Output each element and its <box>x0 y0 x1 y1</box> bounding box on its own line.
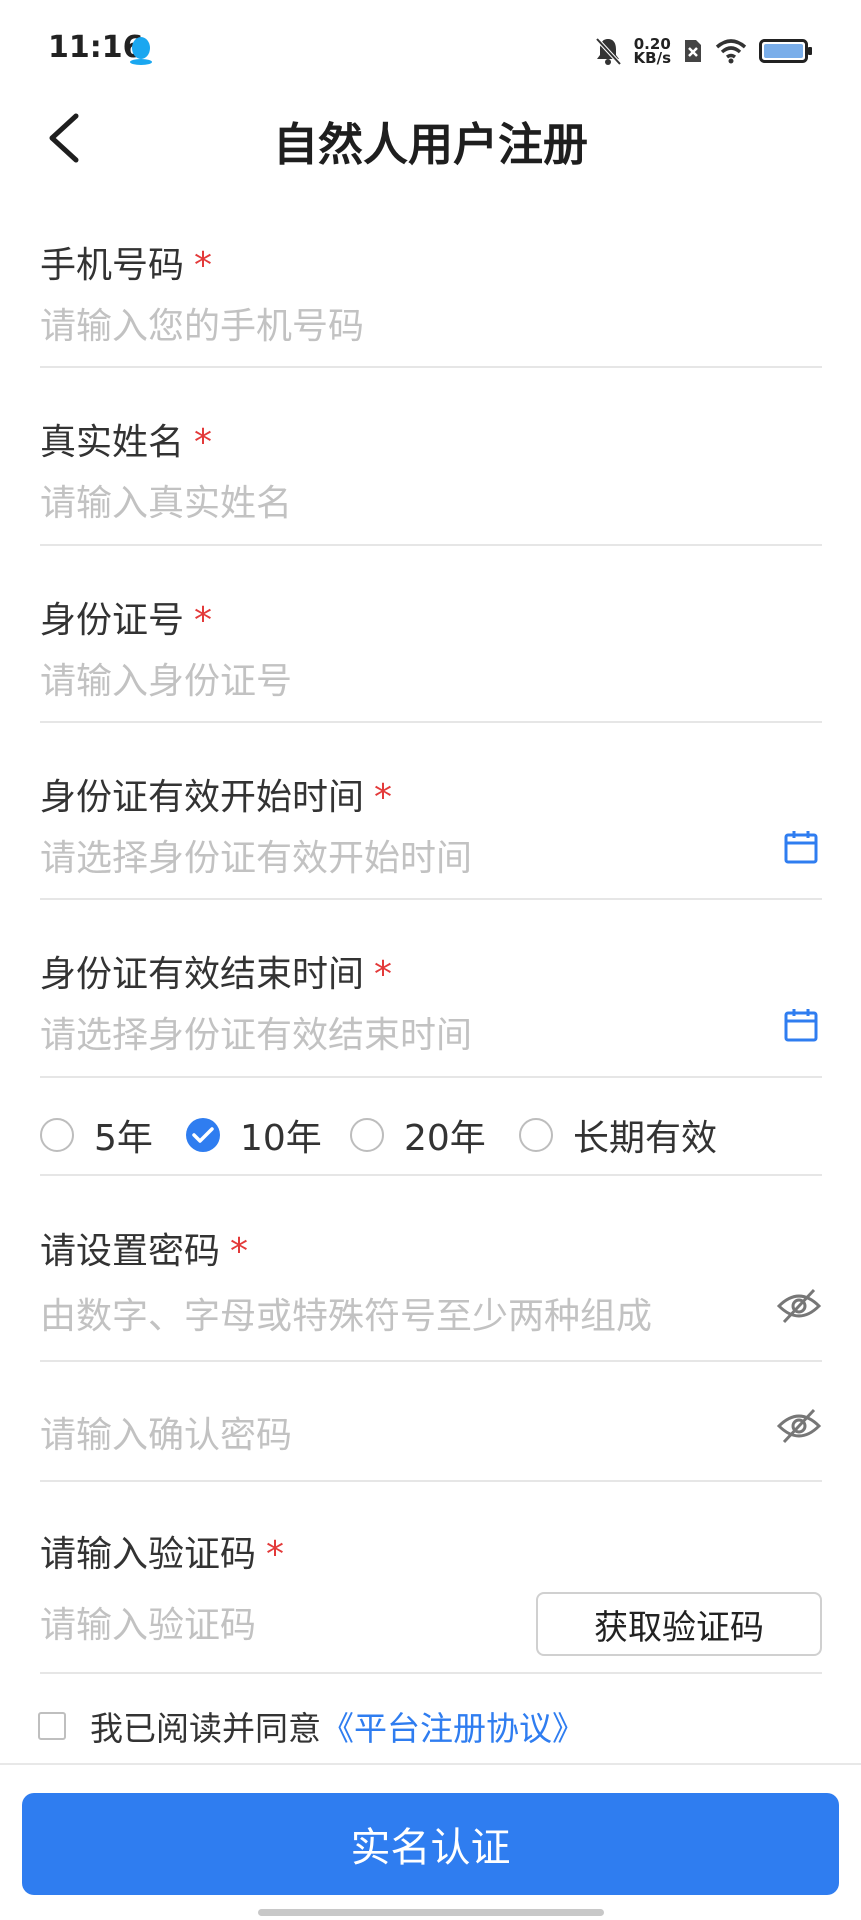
phone-label-text: 手机号码 <box>40 245 185 286</box>
footer-divider <box>0 1763 861 1765</box>
id-number-input[interactable] <box>40 656 740 706</box>
password-label: 请设置密码 * <box>40 1222 248 1274</box>
network-speed-unit: KB/s <box>633 49 671 67</box>
required-mark: * <box>194 600 213 641</box>
radio-label: 20年 <box>404 1118 486 1159</box>
home-indicator[interactable] <box>258 1909 604 1916</box>
id-valid-end-label-text: 身份证有效结束时间 <box>40 954 365 995</box>
radio-checked-icon[interactable] <box>186 1118 220 1152</box>
page-title: 自然人用户注册 <box>272 118 588 171</box>
eye-hidden-icon[interactable] <box>776 1286 822 1326</box>
status-bar: 11:16 0.20 KB/s <box>0 0 861 100</box>
password-label-text: 请设置密码 <box>40 1231 221 1272</box>
required-mark: * <box>266 1534 285 1575</box>
battery-icon <box>759 39 812 63</box>
required-mark: * <box>194 422 213 463</box>
radio-label: 5年 <box>94 1118 153 1159</box>
real-name-input[interactable] <box>40 478 740 528</box>
submit-button[interactable]: 实名认证 <box>22 1793 839 1895</box>
status-icons: 0.20 KB/s <box>594 30 813 72</box>
id-valid-start-field: 身份证有效开始时间 * <box>40 764 822 900</box>
agreement-checkbox[interactable] <box>38 1712 66 1740</box>
mute-bell-icon <box>595 37 622 66</box>
required-mark: * <box>194 245 213 286</box>
id-valid-start-input[interactable] <box>40 833 740 883</box>
agreement-text: 我已阅读并同意 <box>90 1709 321 1748</box>
agreement-row: 我已阅读并同意 《平台注册协议》 <box>38 1706 585 1748</box>
no-sim-icon <box>685 40 701 62</box>
verify-code-label: 请输入验证码 * <box>40 1525 284 1577</box>
qq-icon <box>130 37 152 65</box>
verify-code-label-text: 请输入验证码 <box>40 1534 257 1575</box>
radio-label: 10年 <box>240 1118 322 1159</box>
real-name-label: 真实姓名 * <box>40 413 212 465</box>
radio-circle[interactable] <box>519 1118 553 1152</box>
id-valid-end-input[interactable] <box>40 1010 740 1060</box>
id-valid-end-field: 身份证有效结束时间 * <box>40 942 822 1078</box>
radio-10-years[interactable]: 10年 <box>186 1110 322 1160</box>
verify-code-input[interactable] <box>40 1600 520 1650</box>
radio-20-years[interactable]: 20年 <box>350 1110 486 1160</box>
verify-code-field: 请输入验证码* 获取验证码 <box>40 1522 822 1674</box>
real-name-field: 真实姓名 * <box>40 410 822 546</box>
real-name-label-text: 真实姓名 <box>40 422 185 463</box>
wifi-icon <box>715 39 747 64</box>
password-input[interactable] <box>40 1291 740 1341</box>
confirm-password-input[interactable] <box>40 1410 740 1460</box>
calendar-icon[interactable] <box>784 1008 818 1042</box>
get-code-wrapper: 获取验证码 <box>536 1592 822 1656</box>
phone-input[interactable] <box>40 301 740 351</box>
id-number-label: 身份证号 * <box>40 591 212 643</box>
id-valid-end-label: 身份证有效结束时间 * <box>40 945 392 997</box>
password-field: 请设置密码 * <box>40 1218 822 1362</box>
confirm-password-field <box>40 1362 822 1482</box>
calendar-icon[interactable] <box>784 830 818 864</box>
id-number-label-text: 身份证号 <box>40 600 185 641</box>
id-valid-start-label-text: 身份证有效开始时间 <box>40 777 365 818</box>
radio-permanent[interactable]: 长期有效 <box>519 1110 717 1160</box>
agreement-link[interactable]: 《平台注册协议》 <box>321 1702 585 1750</box>
network-speed: 0.20 KB/s <box>633 37 671 67</box>
id-valid-start-label: 身份证有效开始时间 * <box>40 768 392 820</box>
id-number-field: 身份证号 * <box>40 587 822 723</box>
eye-hidden-icon[interactable] <box>776 1406 822 1446</box>
validity-period-options: 5年 10年 20年 长期有效 <box>40 1100 822 1176</box>
radio-5-years[interactable]: 5年 <box>40 1110 153 1160</box>
required-mark: * <box>230 1231 249 1272</box>
required-mark: * <box>374 954 393 995</box>
phone-field: 手机号码 * <box>40 232 822 368</box>
radio-circle[interactable] <box>40 1118 74 1152</box>
required-mark: * <box>374 777 393 818</box>
get-code-button[interactable]: 获取验证码 <box>536 1592 822 1656</box>
phone-label: 手机号码 * <box>40 236 212 288</box>
radio-label: 长期有效 <box>573 1118 718 1159</box>
radio-circle[interactable] <box>350 1118 384 1152</box>
